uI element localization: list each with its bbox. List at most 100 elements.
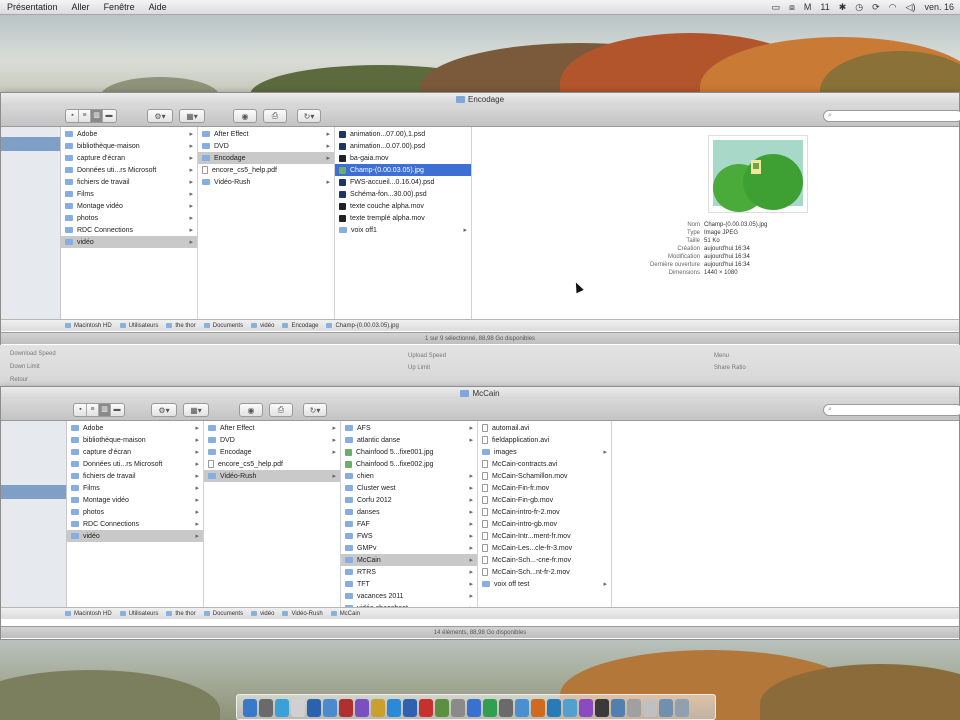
file-row[interactable]: Chainfood 5...fixe002.jpg <box>341 458 477 470</box>
browser-column-3[interactable]: AFS ▸ atlantic danse ▸ Chainfood 5...fixe001… <box>341 421 478 607</box>
path-segment[interactable]: Utilisateurs <box>120 611 159 617</box>
file-row[interactable]: animation...07.00),1.psd <box>335 128 471 140</box>
time-machine-icon[interactable]: ◷ <box>855 2 863 13</box>
folder-row[interactable]: Cluster west ▸ <box>341 482 477 494</box>
folder-row[interactable]: vacances 2011 ▸ <box>341 590 477 602</box>
path-segment[interactable]: McCain <box>331 611 360 617</box>
folder-row[interactable]: FAF ▸ <box>341 518 477 530</box>
quicklook-eye-icon[interactable]: ◉ <box>239 403 263 417</box>
menu-aller[interactable]: Aller <box>65 2 97 12</box>
status-icon[interactable]: ⧈ <box>789 2 795 13</box>
menu-presentation[interactable]: Présentation <box>0 2 65 12</box>
file-row[interactable]: McCain-Schamillon.mov <box>478 470 611 482</box>
share-button[interactable]: ⎙ <box>269 403 293 417</box>
folder-row[interactable]: atlantic danse ▸ <box>341 434 477 446</box>
path-segment[interactable]: Macintosh HD <box>65 611 112 617</box>
file-row[interactable]: encore_cs5_help.pdf <box>198 164 334 176</box>
file-row[interactable]: Champ-(0.00.03.05).jpg <box>335 164 471 176</box>
path-segment[interactable]: Vidéo-Rush <box>282 611 322 617</box>
dock-app-icon[interactable] <box>259 699 273 717</box>
file-row[interactable]: Schéma-fon...30.00).psd <box>335 188 471 200</box>
folder-row[interactable]: Films ▸ <box>61 188 197 200</box>
bluetooth-icon[interactable]: ✱ <box>839 2 847 13</box>
browser-column-2[interactable]: After Effect ▸ DVD ▸ Encodage ▸ encore_cs5_hel… <box>204 421 341 607</box>
folder-row[interactable]: RDC Connections ▸ <box>61 224 197 236</box>
dock-app-icon[interactable] <box>355 699 369 717</box>
folder-row[interactable]: voix off test ▸ <box>478 578 611 590</box>
path-menu-button[interactable]: ↻▾ <box>303 403 327 417</box>
path-segment[interactable]: Macintosh HD <box>65 323 112 329</box>
folder-row[interactable]: Encodage ▸ <box>198 152 334 164</box>
folder-row[interactable]: Encodage ▸ <box>204 446 340 458</box>
folder-row[interactable]: vidéo ▸ <box>67 530 203 542</box>
dock-app-icon[interactable] <box>531 699 545 717</box>
dock-app-icon[interactable] <box>611 699 625 717</box>
folder-row[interactable]: McCain ▸ <box>341 554 477 566</box>
file-row[interactable]: McCain-Sch...-cne-fr.mov <box>478 554 611 566</box>
folder-row[interactable]: Films ▸ <box>67 482 203 494</box>
folder-row[interactable]: fichiers de travail ▸ <box>67 470 203 482</box>
sidebar[interactable] <box>1 421 67 607</box>
browser-column-4[interactable]: automail.avi fieldapplication.avi images ▸ M… <box>478 421 612 607</box>
path-segment[interactable]: the thor <box>166 611 195 617</box>
folder-row[interactable]: vidéo ▸ <box>61 236 197 248</box>
list-view-button[interactable]: ≡ <box>87 404 99 416</box>
preview-thumbnail[interactable] <box>708 135 808 213</box>
dock-app-icon[interactable] <box>659 699 673 717</box>
file-row[interactable]: McCain-Intr...ment-fr.mov <box>478 530 611 542</box>
path-menu-button[interactable]: ↻▾ <box>297 109 321 123</box>
menu-fenetre[interactable]: Fenêtre <box>97 2 142 12</box>
folder-row[interactable]: TFT ▸ <box>341 578 477 590</box>
file-row[interactable]: McCain-Sch...nt-fr-2.mov <box>478 566 611 578</box>
browser-column-3[interactable]: animation...07.00),1.psd animation...0.07… <box>335 127 472 319</box>
dock-app-icon[interactable] <box>627 699 641 717</box>
dock-app-icon[interactable] <box>467 699 481 717</box>
volume-icon[interactable]: ◁) <box>906 2 916 13</box>
clock-label[interactable]: ven. 16 <box>924 2 954 12</box>
dock-app-icon[interactable] <box>275 699 289 717</box>
file-row[interactable]: animation...0.07.00).psd <box>335 140 471 152</box>
folder-row[interactable]: AFS ▸ <box>341 422 477 434</box>
folder-row[interactable]: photos ▸ <box>67 506 203 518</box>
arrange-button[interactable]: ▦▾ <box>183 403 209 417</box>
folder-row[interactable]: bibliothèque-maison ▸ <box>61 140 197 152</box>
sidebar-selected-item[interactable] <box>1 485 66 499</box>
folder-row[interactable]: photos ▸ <box>61 212 197 224</box>
path-segment[interactable]: Champ-(0.00.03.05).jpg <box>326 323 398 329</box>
dock-app-icon[interactable] <box>291 699 305 717</box>
folder-row[interactable]: voix off1 ▸ <box>335 224 471 236</box>
search-input[interactable]: ⌕ <box>823 110 960 122</box>
dock-app-icon[interactable] <box>563 699 577 717</box>
file-row[interactable]: automail.avi <box>478 422 611 434</box>
folder-row[interactable]: RTRS ▸ <box>341 566 477 578</box>
sync-icon[interactable]: ⟳ <box>872 2 880 13</box>
folder-row[interactable]: GMPv ▸ <box>341 542 477 554</box>
menu-aide[interactable]: Aide <box>142 2 174 12</box>
action-gear-button[interactable]: ⚙▾ <box>147 109 173 123</box>
search-input[interactable]: ⌕ <box>823 404 960 416</box>
file-row[interactable]: fieldapplication.avi <box>478 434 611 446</box>
file-row[interactable]: FWS-accueil...0.16.04).psd <box>335 176 471 188</box>
folder-row[interactable]: FWS ▸ <box>341 530 477 542</box>
path-segment[interactable]: vidéo <box>251 611 274 617</box>
folder-row[interactable]: chien ▸ <box>341 470 477 482</box>
folder-row[interactable]: Vidéo-Rush ▸ <box>204 470 340 482</box>
folder-row[interactable]: capture d'écran ▸ <box>61 152 197 164</box>
dock-app-icon[interactable] <box>435 699 449 717</box>
dock-app-icon[interactable] <box>403 699 417 717</box>
path-segment[interactable]: Documents <box>204 611 243 617</box>
file-row[interactable]: McCain-Fin-gb.mov <box>478 494 611 506</box>
menu-extra-m[interactable]: M <box>804 2 812 12</box>
dock-app-icon[interactable] <box>371 699 385 717</box>
dock-app-icon[interactable] <box>419 699 433 717</box>
icon-view-button[interactable]: ▪ <box>75 404 87 416</box>
share-button[interactable]: ⎙ <box>263 109 287 123</box>
folder-row[interactable]: capture d'écran ▸ <box>67 446 203 458</box>
folder-row[interactable]: Corfu 2012 ▸ <box>341 494 477 506</box>
folder-row[interactable]: Données uti...rs Microsoft ▸ <box>67 458 203 470</box>
quicklook-eye-icon[interactable]: ◉ <box>233 109 257 123</box>
folder-row[interactable]: Adobe ▸ <box>61 128 197 140</box>
file-row[interactable]: encore_cs5_help.pdf <box>204 458 340 470</box>
path-segment[interactable]: vidéo <box>251 323 274 329</box>
folder-row[interactable]: Vidéo-Rush ▸ <box>198 176 334 188</box>
